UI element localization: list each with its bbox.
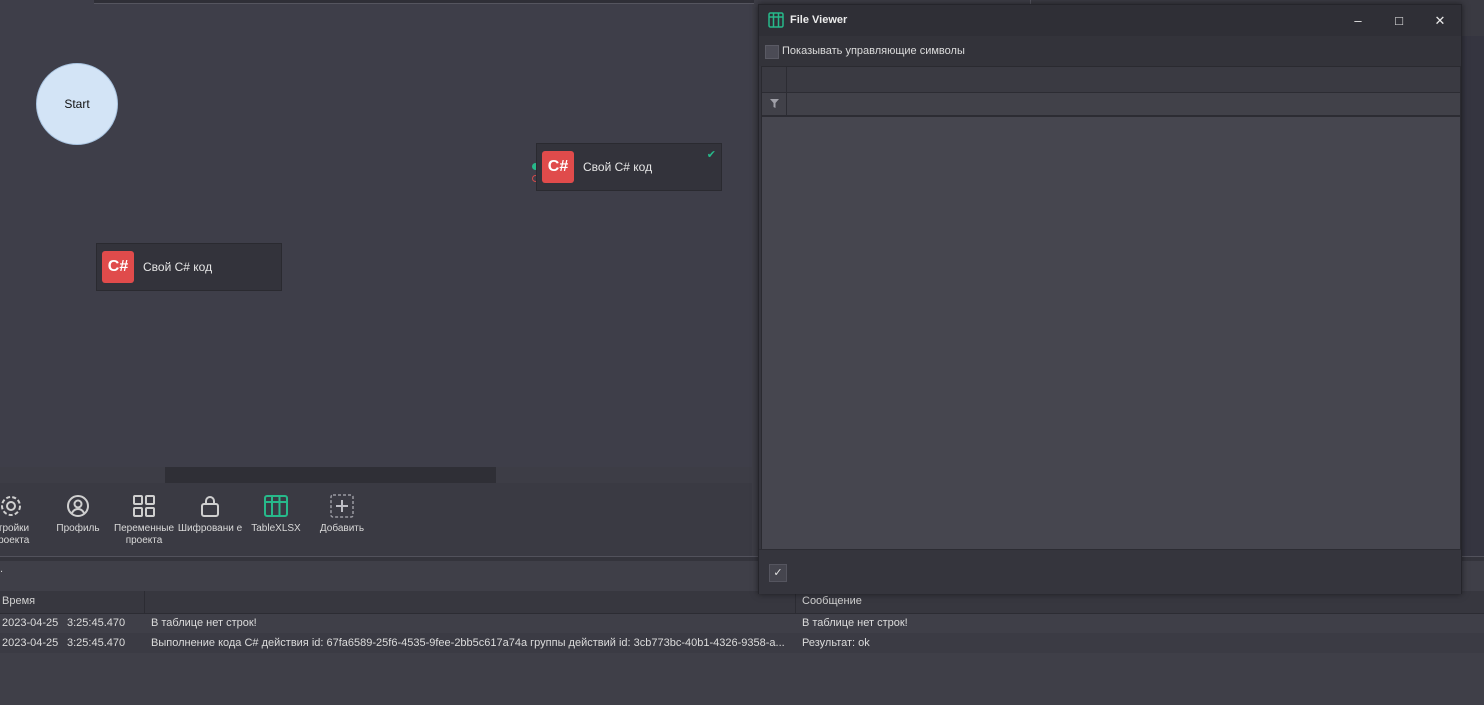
table-row[interactable]: 2023-04-25 3:25:45.470 Выполнение кода C… <box>0 633 1484 653</box>
row-time: 3:25:45.470 <box>67 617 126 629</box>
column-header-time[interactable]: Время <box>0 591 145 613</box>
toolbar-project-variables[interactable]: Переменные проекта <box>111 493 177 547</box>
log-table-header: Время Сообщение <box>0 591 1484 614</box>
row-date: 2023-04-25 <box>2 617 59 629</box>
log-marker: . <box>0 563 4 575</box>
toolbar-profile[interactable]: Профиль <box>45 493 111 535</box>
row-time: 3:25:45.470 <box>67 637 126 649</box>
toolbar-add[interactable]: Добавить <box>309 493 375 535</box>
workflow-canvas[interactable] <box>0 0 752 467</box>
grid-filter-row[interactable] <box>762 93 1460 117</box>
bottom-toolbar: стройки проекта Профиль Переменные проек… <box>0 483 752 556</box>
grid-icon <box>131 493 157 519</box>
grid-corner-cell[interactable] <box>762 67 787 92</box>
ok-button[interactable]: ✓ <box>769 564 787 582</box>
row-date: 2023-04-25 <box>2 637 59 649</box>
toolbar-label: Шифровани е <box>177 523 243 534</box>
check-icon: ✔ <box>706 149 716 161</box>
minimize-button[interactable]: – <box>1348 11 1368 31</box>
canvas-top-scrollbar[interactable] <box>94 0 754 4</box>
toolbar-label: TableXLSX <box>251 523 301 534</box>
table-icon <box>768 12 784 31</box>
toolbar-label: Добавить <box>319 523 365 534</box>
toolbar-tablexlsx[interactable]: TableXLSX <box>243 493 309 535</box>
start-node-label: Start <box>64 97 90 111</box>
window-footer: ✓ <box>759 549 1461 594</box>
add-icon <box>329 493 355 519</box>
toolbar-label: Переменные проекта <box>113 523 175 546</box>
show-control-chars-checkbox[interactable] <box>765 45 779 59</box>
filter-icon <box>770 99 779 108</box>
filter-cell[interactable] <box>762 93 787 115</box>
node-label: Свой C# код <box>143 260 213 274</box>
toolbar-encryption[interactable]: Шифровани е <box>177 493 243 535</box>
canvas-horizontal-scrollbar[interactable] <box>165 467 496 483</box>
file-viewer-window: File Viewer – □ ✕ Показывать управляющие… <box>758 4 1462 594</box>
row-message: Результат: ok <box>802 637 870 649</box>
user-icon <box>65 493 91 519</box>
data-grid[interactable] <box>761 66 1461 550</box>
start-node[interactable]: Start <box>36 63 118 145</box>
table-icon <box>263 493 289 519</box>
toolbar-project-settings[interactable]: стройки проекта <box>0 493 44 547</box>
window-title: File Viewer <box>790 14 848 26</box>
row-text: Выполнение кода C# действия id: 67fa6589… <box>151 637 785 649</box>
node-label: Свой C# код <box>583 160 653 174</box>
grid-header <box>762 67 1460 93</box>
csharp-icon: C# <box>542 151 574 183</box>
row-message: В таблице нет строк! <box>802 617 908 629</box>
checkbox-label[interactable]: Показывать управляющие символы <box>782 45 965 57</box>
lock-icon <box>197 493 223 519</box>
toolbar-label: стройки проекта <box>0 523 30 546</box>
options-row: Показывать управляющие символы <box>759 36 1461 66</box>
toolbar-label: Профиль <box>56 523 100 534</box>
window-titlebar[interactable]: File Viewer – □ ✕ <box>759 5 1461 36</box>
column-header-blank[interactable] <box>146 591 796 613</box>
row-text: В таблице нет строк! <box>151 617 257 629</box>
close-button[interactable]: ✕ <box>1430 11 1450 31</box>
maximize-button[interactable]: □ <box>1389 11 1409 31</box>
csharp-action-node-2[interactable]: C# Свой C# код <box>96 243 282 291</box>
column-header-message[interactable]: Сообщение <box>796 591 1484 613</box>
csharp-icon: C# <box>102 251 134 283</box>
csharp-action-node[interactable]: C# Свой C# код ✔ <box>536 143 722 191</box>
table-row[interactable]: 2023-04-25 3:25:45.470 В таблице нет стр… <box>0 613 1484 633</box>
gear-icon <box>0 493 24 519</box>
